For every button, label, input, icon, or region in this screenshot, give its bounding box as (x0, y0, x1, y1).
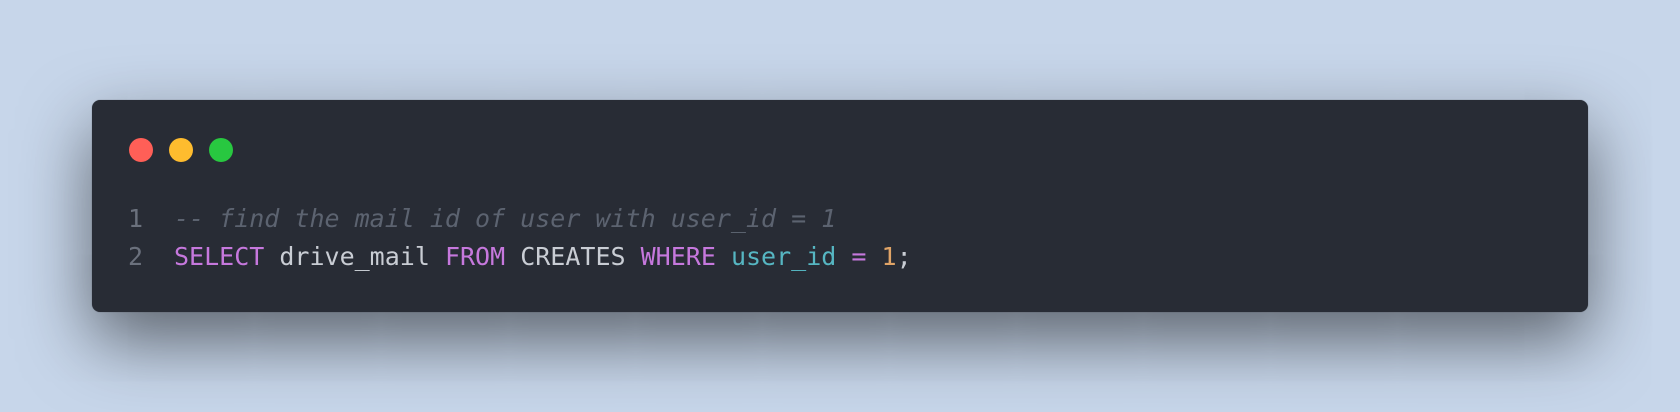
line-number: 2 (128, 242, 144, 271)
code-token: = (851, 242, 867, 271)
code-token: CREATES (505, 242, 641, 271)
code-token: FROM (444, 242, 506, 271)
line-content: SELECT drive_mail FROM CREATES WHERE use… (174, 238, 912, 276)
code-token: drive_mail (264, 242, 445, 271)
code-token: SELECT (174, 242, 265, 271)
code-token: -- find the mail id of user with user_id… (174, 204, 837, 233)
line-number: 1 (128, 204, 144, 233)
code-line: 1 -- find the mail id of user with user_… (128, 200, 1552, 238)
code-block[interactable]: 1 -- find the mail id of user with user_… (128, 200, 1552, 276)
line-content: -- find the mail id of user with user_id… (174, 200, 836, 238)
maximize-button[interactable] (209, 138, 233, 162)
code-window: 1 -- find the mail id of user with user_… (92, 100, 1588, 312)
code-token: ; (896, 242, 912, 271)
code-token: WHERE (640, 242, 716, 271)
window-controls (129, 138, 233, 162)
close-button[interactable] (129, 138, 153, 162)
code-token: user_id (730, 242, 837, 271)
code-line: 2 SELECT drive_mail FROM CREATES WHERE u… (128, 238, 1552, 276)
minimize-button[interactable] (169, 138, 193, 162)
code-token: 1 (881, 242, 897, 271)
